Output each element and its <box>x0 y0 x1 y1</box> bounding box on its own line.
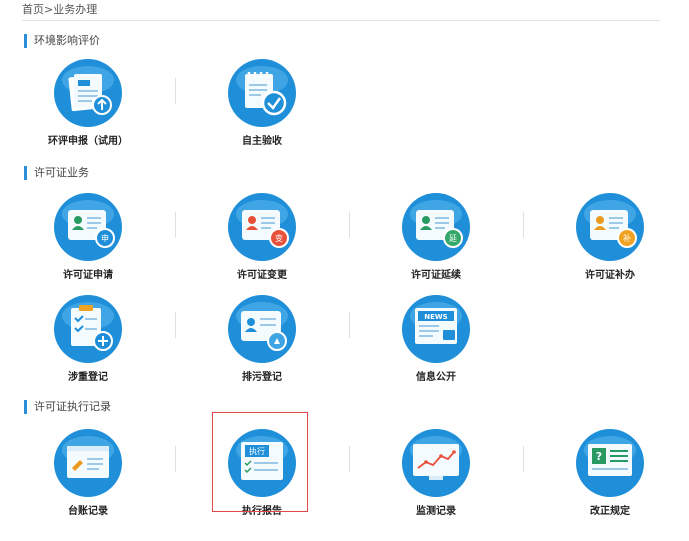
license-change-icon: 变 <box>227 192 297 262</box>
tile-self-acceptance[interactable]: 自主验收 <box>202 58 322 162</box>
tile-info-disclosure[interactable]: NEWS 信息公开 <box>376 294 496 398</box>
license-apply-icon: 申 <box>53 192 123 262</box>
badge-text: 变 <box>275 233 283 243</box>
info-disclosure-icon: NEWS <box>401 294 471 364</box>
divider <box>349 312 350 338</box>
acceptance-check-icon <box>227 58 297 128</box>
monitoring-icon <box>401 428 471 498</box>
tile-label: 环评申报（试用） <box>48 136 128 147</box>
divider <box>175 212 176 238</box>
tile-label: 监测记录 <box>416 506 456 517</box>
tile-heavy-metal-register[interactable]: 涉重登记 <box>28 294 148 398</box>
divider <box>349 212 350 238</box>
tile-label: 涉重登记 <box>68 372 108 383</box>
section-title-license: 许可证业务 <box>24 166 89 180</box>
tile-license-reissue[interactable]: 补 许可证补办 <box>550 192 670 296</box>
badge-text: 补 <box>623 233 631 243</box>
tile-label: 许可证申请 <box>63 270 113 281</box>
license-extend-icon: 延 <box>401 192 471 262</box>
selection-highlight <box>212 412 308 512</box>
tile-ledger[interactable]: 台账记录 <box>28 428 148 532</box>
ledger-icon <box>53 428 123 498</box>
breadcrumb: 首页>业务办理 <box>22 2 660 21</box>
tile-discharge-register[interactable]: 排污登记 <box>202 294 322 398</box>
heavy-metal-register-icon <box>53 294 123 364</box>
section-title-execution: 许可证执行记录 <box>24 400 111 414</box>
divider <box>523 446 524 472</box>
tile-eia-report[interactable]: 环评申报（试用） <box>28 58 148 162</box>
divider <box>523 212 524 238</box>
divider <box>175 312 176 338</box>
license-reissue-icon: 补 <box>575 192 645 262</box>
tile-correction[interactable]: ? 改正规定 <box>550 428 670 532</box>
tile-label: 自主验收 <box>242 136 282 147</box>
section-title-eia: 环境影响评价 <box>24 34 100 48</box>
tile-label: 许可证补办 <box>585 270 635 281</box>
tile-monitoring[interactable]: 监测记录 <box>376 428 496 532</box>
divider <box>349 446 350 472</box>
tile-label: 信息公开 <box>416 372 456 383</box>
badge-text: 延 <box>449 233 457 243</box>
svg-text:?: ? <box>596 450 602 463</box>
tile-label: 台账记录 <box>68 506 108 517</box>
divider <box>175 446 176 472</box>
tile-label: 许可证延续 <box>411 270 461 281</box>
correction-icon: ? <box>575 428 645 498</box>
breadcrumb-text: 首页>业务办理 <box>22 3 98 16</box>
tile-label: 排污登记 <box>242 372 282 383</box>
tile-license-apply[interactable]: 申 许可证申请 <box>28 192 148 296</box>
discharge-register-icon <box>227 294 297 364</box>
tile-license-extend[interactable]: 延 许可证延续 <box>376 192 496 296</box>
news-text: NEWS <box>424 313 447 321</box>
tile-label: 改正规定 <box>590 506 630 517</box>
report-upload-icon <box>53 58 123 128</box>
divider <box>175 78 176 104</box>
tile-label: 许可证变更 <box>237 270 287 281</box>
badge-text: 申 <box>101 233 109 243</box>
tile-license-change[interactable]: 变 许可证变更 <box>202 192 322 296</box>
